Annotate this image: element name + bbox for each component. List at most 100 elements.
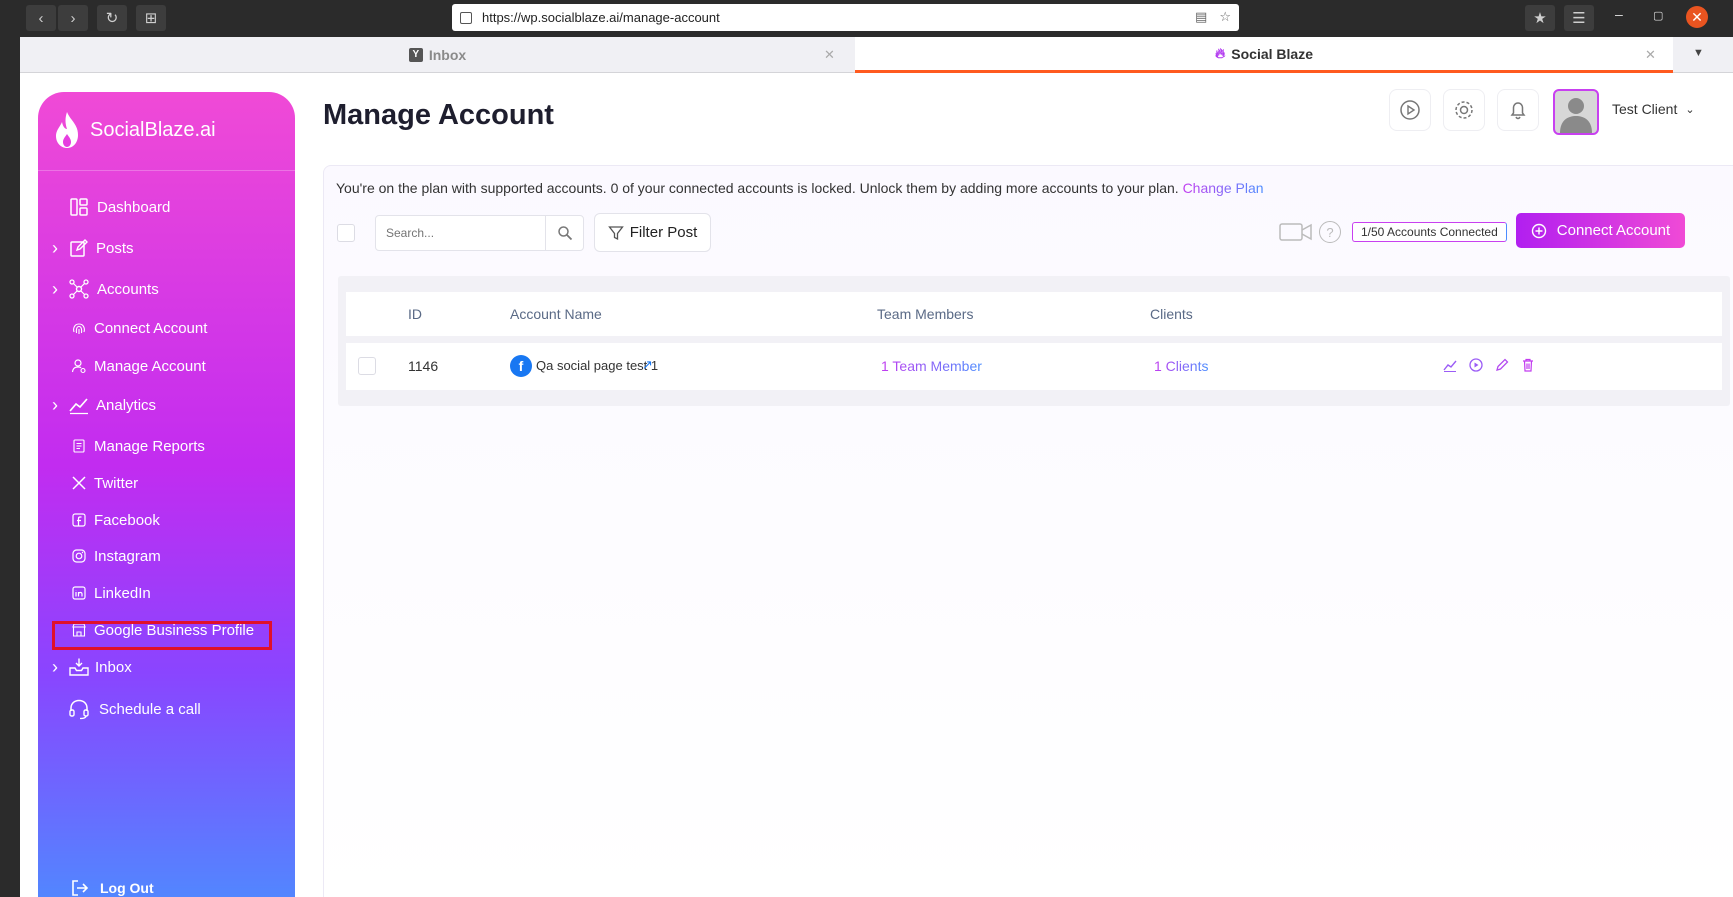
search-button[interactable] <box>545 216 583 250</box>
extensions-button[interactable]: ★ <box>1525 5 1555 31</box>
external-link-icon[interactable]: ↗︎ <box>642 357 653 373</box>
search-input[interactable] <box>376 216 546 250</box>
sidebar-item-label: Inbox <box>95 658 132 676</box>
logout-label: Log Out <box>100 880 154 896</box>
new-tab-icon: ⊞ <box>144 10 158 27</box>
sidebar-item-connect-account[interactable]: Connect Account <box>38 313 295 343</box>
reader-mode-icon[interactable]: ▤ <box>1195 9 1207 25</box>
facebook-icon: f <box>510 355 532 377</box>
tab-list-dropdown-icon[interactable]: ▼ <box>1693 47 1704 59</box>
logo[interactable]: SocialBlaze.ai <box>50 110 216 150</box>
column-header-team-members: Team Members <box>877 306 974 322</box>
headset-icon <box>68 698 90 720</box>
sidebar-item-manage-account[interactable]: Manage Account <box>38 351 295 381</box>
facebook-icon <box>68 509 90 531</box>
minimize-button[interactable]: – <box>1615 6 1623 22</box>
accounts-connected-badge: 1/50 Accounts Connected <box>1352 222 1507 242</box>
video-guide-button[interactable] <box>1279 221 1313 248</box>
column-header-clients: Clients <box>1150 306 1193 322</box>
play-circle-icon <box>1400 100 1420 120</box>
analytics-icon[interactable] <box>1442 357 1458 373</box>
sidebar-item-label: Accounts <box>97 280 159 298</box>
tab-bar: Y Inbox ✕ 🔥︎ Social Blaze ✕ ▼ <box>20 37 1733 73</box>
sidebar-item-label: Analytics <box>96 396 157 414</box>
bookmark-star-icon[interactable]: ☆ <box>1219 9 1231 25</box>
tab-inbox[interactable]: Y Inbox ✕ <box>20 37 855 73</box>
chevron-right-icon[interactable]: › <box>52 657 58 678</box>
linkedin-icon <box>68 582 90 604</box>
page-content: SocialBlaze.ai Dashboard › Posts › Accounts C… <box>20 73 1733 897</box>
sidebar-item-dashboard[interactable]: Dashboard <box>38 192 295 222</box>
sidebar-item-facebook[interactable]: Facebook <box>38 505 295 535</box>
account-name: Qa social page test 1 <box>536 358 659 373</box>
close-tab-icon[interactable]: ✕ <box>1645 47 1656 63</box>
instagram-icon <box>68 545 90 567</box>
dashboard-icon <box>68 196 90 218</box>
menu-button[interactable]: ☰ <box>1564 5 1594 31</box>
sidebar-item-inbox[interactable]: › Inbox <box>38 652 295 682</box>
filter-icon <box>607 225 624 240</box>
window-close-button[interactable]: ✕ <box>1686 6 1708 28</box>
sidebar-item-schedule-a-call[interactable]: Schedule a call <box>38 694 295 724</box>
forward-button[interactable]: › <box>58 5 88 31</box>
sidebar-item-label: Schedule a call <box>99 700 201 718</box>
table-row: 1146 f Qa social page test 1 ↗︎ 1 Team M… <box>346 343 1722 390</box>
sidebar-item-twitter[interactable]: Twitter <box>38 468 295 498</box>
chevron-right-icon[interactable]: › <box>52 238 58 259</box>
row-checkbox[interactable] <box>358 357 376 375</box>
new-tab-button[interactable]: ⊞ <box>136 5 166 31</box>
sidebar-item-label: Facebook <box>94 511 160 529</box>
edit-icon[interactable] <box>1494 357 1510 373</box>
sidebar-item-label: Twitter <box>94 474 139 492</box>
sidebar-item-linkedin[interactable]: LinkedIn <box>38 578 295 608</box>
network-icon <box>68 278 90 300</box>
chevron-left-icon: ‹ <box>38 9 44 27</box>
select-all-checkbox[interactable] <box>337 224 355 242</box>
close-tab-icon[interactable]: ✕ <box>824 47 835 63</box>
connect-account-label: Connect Account <box>1556 222 1671 239</box>
back-button[interactable]: ‹ <box>26 5 56 31</box>
chart-icon <box>68 394 90 416</box>
avatar[interactable] <box>1553 89 1599 135</box>
user-menu[interactable]: Test Client ⌄ <box>1612 101 1695 117</box>
edit-icon <box>68 237 90 259</box>
row-actions <box>1442 357 1536 373</box>
chevron-right-icon[interactable]: › <box>52 395 58 416</box>
connect-account-button[interactable]: Connect Account <box>1516 213 1685 248</box>
notifications-button[interactable] <box>1497 89 1539 131</box>
page-info-icon <box>460 11 472 24</box>
video-camera-icon <box>1279 223 1312 241</box>
tab-social-blaze[interactable]: 🔥︎ Social Blaze ✕ <box>855 37 1673 73</box>
help-icon[interactable]: ? <box>1319 221 1341 243</box>
clients-link[interactable]: 1 Clients <box>1154 358 1208 374</box>
reload-button[interactable]: ↻ <box>97 5 127 31</box>
sidebar-item-posts[interactable]: › Posts <box>38 233 295 263</box>
logout-icon <box>72 880 89 896</box>
sidebar-item-label: Connect Account <box>94 319 208 337</box>
sidebar-item-manage-reports[interactable]: Manage Reports <box>38 431 295 461</box>
sidebar-item-label: Posts <box>96 239 134 257</box>
play-circle-icon[interactable] <box>1468 357 1484 373</box>
brand-name: SocialBlaze.ai <box>90 118 216 141</box>
filter-label: Filter Post <box>629 224 698 241</box>
sidebar-item-label: Manage Reports <box>94 437 205 455</box>
sidebar-item-label: Dashboard <box>97 198 171 216</box>
sidebar-item-label: LinkedIn <box>94 584 151 602</box>
close-icon: ✕ <box>1691 8 1703 25</box>
sidebar: SocialBlaze.ai Dashboard › Posts › Accounts C… <box>38 92 295 897</box>
video-tutorial-button[interactable] <box>1389 89 1431 131</box>
chevron-right-icon[interactable]: › <box>52 279 58 300</box>
sidebar-item-analytics[interactable]: › Analytics <box>38 390 295 420</box>
team-members-link[interactable]: 1 Team Member <box>881 358 982 374</box>
sidebar-item-instagram[interactable]: Instagram <box>38 541 295 571</box>
sidebar-item-accounts[interactable]: › Accounts <box>38 274 295 304</box>
settings-button[interactable] <box>1443 89 1485 131</box>
address-bar[interactable]: https://wp.socialblaze.ai/manage-account… <box>452 4 1239 31</box>
change-plan-link[interactable]: Change Plan <box>1183 180 1264 196</box>
filter-post-button[interactable]: Filter Post <box>594 213 711 252</box>
maximize-button[interactable]: ▢ <box>1653 9 1663 22</box>
user-silhouette-icon <box>1560 98 1592 133</box>
logout-button[interactable]: Log Out <box>70 878 154 897</box>
gear-icon <box>1455 101 1473 119</box>
trash-icon[interactable] <box>1520 357 1536 373</box>
